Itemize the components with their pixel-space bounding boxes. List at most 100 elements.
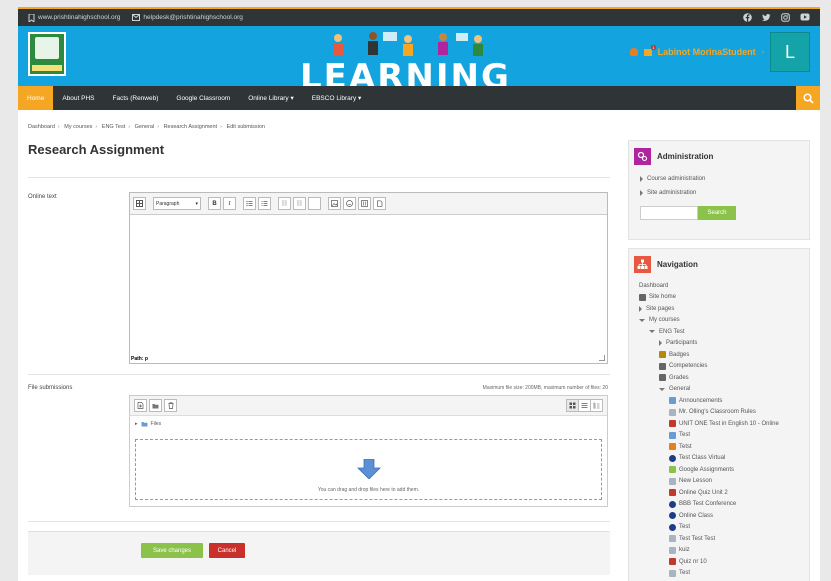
site-header: LEARNING 1 Labinot MorinaStudent › L (18, 26, 820, 86)
nav-tree-item[interactable]: Google Assignments (639, 464, 809, 476)
create-folder-button[interactable] (149, 399, 162, 412)
link-button[interactable]: ⛓ (278, 197, 291, 210)
nav-tree-item[interactable]: Announcements (639, 395, 809, 407)
nav-tree-item[interactable]: Test (639, 568, 809, 580)
nav-tree-item[interactable]: UNIT ONE Test in English 10 - Online (639, 418, 809, 430)
save-changes-button[interactable]: Save changes (141, 543, 203, 558)
notification-bell-icon[interactable] (629, 48, 638, 56)
nav-facts-renweb[interactable]: Facts (Renweb) (104, 86, 168, 110)
nav-about-phs[interactable]: About PHS (53, 86, 103, 110)
anchor-button[interactable] (308, 197, 321, 210)
unlink-button[interactable]: ⛓ (293, 197, 306, 210)
drop-zone-text: You can drag and drop files here to add … (317, 487, 420, 493)
navigation-header: Navigation (629, 249, 809, 280)
user-menu: 1 Labinot MorinaStudent › L (629, 32, 810, 72)
nav-tree-item-label: kuiz (679, 547, 690, 554)
nav-tree-item[interactable]: Test Class Virtual (639, 453, 809, 465)
nav-online-library[interactable]: Online Library ▾ (239, 86, 303, 110)
bullet-list-button[interactable] (243, 197, 256, 210)
user-menu-caret-icon[interactable]: › (762, 49, 764, 56)
nav-tree-item[interactable]: Grades (639, 372, 809, 384)
files-icon (377, 200, 383, 207)
manage-files-button[interactable] (373, 197, 386, 210)
nav-tree-item[interactable]: kuiz (639, 545, 809, 557)
nav-tree-item[interactable]: Site home (639, 292, 809, 304)
nav-tree-item[interactable]: New Lesson (639, 476, 809, 488)
nav-tree-item-label: Test (679, 524, 691, 531)
italic-button[interactable]: I (223, 197, 236, 210)
nav-tree-item[interactable]: Competencies (639, 361, 809, 373)
breadcrumb-dashboard[interactable]: Dashboard (28, 124, 55, 130)
twitter-icon[interactable] (762, 13, 771, 22)
nav-tree-item[interactable]: Online Class (639, 510, 809, 522)
nav-tree-item-label: Online Class (679, 512, 714, 519)
nav-tree-item[interactable]: Badges (639, 349, 809, 361)
toolbar-toggle-button[interactable] (133, 197, 146, 210)
resize-grip-icon[interactable] (599, 355, 605, 361)
view-switcher (566, 399, 603, 412)
emoticon-button[interactable] (343, 197, 356, 210)
nav-tree-item[interactable]: Test Test Test (639, 533, 809, 545)
messages-icon[interactable]: 1 (643, 44, 656, 56)
online-text-editor[interactable]: Paragraph ▾ B I ⛓ ⛓ Path: p (129, 192, 608, 364)
site-administration-link[interactable]: Site administration (629, 186, 809, 200)
breadcrumb-sep-icon: › (128, 124, 131, 130)
admin-search-input[interactable] (640, 206, 698, 220)
website-link[interactable]: www.prishtinahighschool.org (28, 13, 121, 22)
image-button[interactable] (328, 197, 341, 210)
school-logo[interactable] (28, 32, 66, 76)
nav-tree-item-label: Online Quiz Unit 2 (679, 489, 728, 496)
nav-ebsco-library[interactable]: EBSCO Library ▾ (303, 86, 371, 110)
navigation-title: Navigation (657, 260, 698, 269)
nav-tree-item[interactable]: Tetst (639, 441, 809, 453)
course-administration-link[interactable]: Course administration (629, 172, 809, 186)
media-button[interactable] (358, 197, 371, 210)
paragraph-format-select[interactable]: Paragraph ▾ (153, 197, 201, 210)
avatar[interactable]: L (770, 32, 810, 72)
divider (28, 374, 610, 375)
bbb-icon (669, 512, 676, 520)
path-caret-icon: ▸ (135, 421, 138, 427)
nav-tree-item[interactable]: Site pages (639, 303, 809, 315)
nav-tree-item[interactable]: Test (639, 430, 809, 442)
tree-icon (593, 402, 600, 409)
nav-tree-item[interactable]: Dashboard (639, 280, 809, 292)
nav-home[interactable]: Home (18, 86, 54, 110)
nav-tree-item[interactable]: Test (639, 522, 809, 534)
nav-tree-item[interactable]: Mr. Olling's Classroom Rules (639, 407, 809, 419)
file-drop-zone[interactable]: You can drag and drop files here to add … (135, 439, 602, 500)
nav-tree-item[interactable]: BBB Test Conference (639, 499, 809, 511)
add-file-button[interactable] (134, 399, 147, 412)
nav-tree-item[interactable]: Quiz nr 10 (639, 556, 809, 568)
nav-tree-item[interactable]: Participants (639, 338, 809, 350)
email-link[interactable]: helpdesk@prishtinahighschool.org (132, 14, 243, 21)
files-folder-label[interactable]: Files (151, 421, 162, 427)
nav-google-classroom[interactable]: Google Classroom (167, 86, 239, 110)
nav-tree-item-label: ENG Test (659, 328, 685, 335)
cancel-button[interactable]: Cancel (209, 543, 245, 558)
tree-view-button[interactable] (590, 399, 603, 412)
nav-tree-item[interactable]: My courses (639, 315, 809, 327)
breadcrumb-research-assignment[interactable]: Research Assignment (164, 124, 218, 130)
user-name-link[interactable]: Labinot MorinaStudent (658, 47, 756, 57)
breadcrumb-eng-test[interactable]: ENG Test (102, 124, 125, 130)
website-text: www.prishtinahighschool.org (38, 14, 121, 21)
breadcrumb-general[interactable]: General (135, 124, 155, 130)
admin-search-button[interactable]: Search (698, 206, 736, 220)
numbered-list-button[interactable] (258, 197, 271, 210)
bold-button[interactable]: B (208, 197, 221, 210)
nav-tree-item[interactable]: Online Quiz Unit 2 (639, 487, 809, 499)
facebook-icon[interactable] (743, 13, 752, 22)
youtube-icon[interactable] (800, 13, 810, 21)
bullet-list-icon (246, 200, 253, 207)
nav-search-button[interactable] (796, 86, 820, 110)
breadcrumb-my-courses[interactable]: My courses (64, 124, 92, 130)
administration-title: Administration (657, 152, 714, 161)
delete-button[interactable] (164, 399, 177, 412)
trophy-icon (659, 351, 666, 359)
forum-icon (669, 397, 676, 405)
nav-tree-item[interactable]: General (639, 384, 809, 396)
nav-tree-item-label: Grades (669, 374, 689, 381)
instagram-icon[interactable] (781, 13, 790, 22)
nav-tree-item[interactable]: ENG Test (639, 326, 809, 338)
